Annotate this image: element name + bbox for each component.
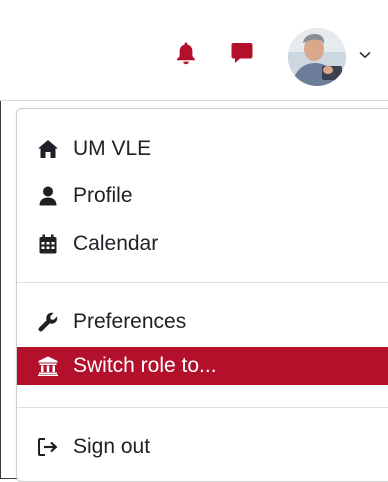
top-navbar <box>0 0 388 101</box>
menu-item-calendar[interactable]: Calendar <box>17 225 388 263</box>
user-dropdown-menu: UM VLE Profile Calendar Preferences Swit… <box>16 108 388 482</box>
menu-item-label: Profile <box>73 184 133 207</box>
home-icon <box>37 138 59 160</box>
institution-icon <box>37 355 59 377</box>
wrench-icon <box>37 311 59 333</box>
calendar-icon <box>37 233 59 255</box>
menu-item-switch-role[interactable]: Switch role to... <box>17 347 388 385</box>
menu-item-sign-out[interactable]: Sign out <box>17 428 388 466</box>
user-icon <box>37 185 59 207</box>
notifications-button[interactable] <box>172 38 200 68</box>
menu-item-profile[interactable]: Profile <box>17 177 388 215</box>
bell-icon <box>177 42 195 65</box>
menu-item-label: Switch role to... <box>73 354 217 377</box>
chevron-down-icon <box>359 51 371 59</box>
menu-divider <box>17 282 388 283</box>
menu-item-preferences[interactable]: Preferences <box>17 303 388 341</box>
menu-item-label: Sign out <box>73 435 151 458</box>
sign-out-icon <box>37 436 59 458</box>
user-menu-toggle[interactable] <box>356 46 374 64</box>
menu-item-um-vle[interactable]: UM VLE <box>17 130 388 168</box>
menu-item-label: UM VLE <box>73 137 152 160</box>
user-avatar-button[interactable] <box>288 28 346 86</box>
menu-item-label: Calendar <box>73 232 159 255</box>
menu-item-label: Preferences <box>73 310 187 333</box>
chat-icon <box>231 43 253 63</box>
messages-button[interactable] <box>228 38 256 68</box>
menu-divider <box>17 407 388 408</box>
avatar <box>288 28 346 86</box>
